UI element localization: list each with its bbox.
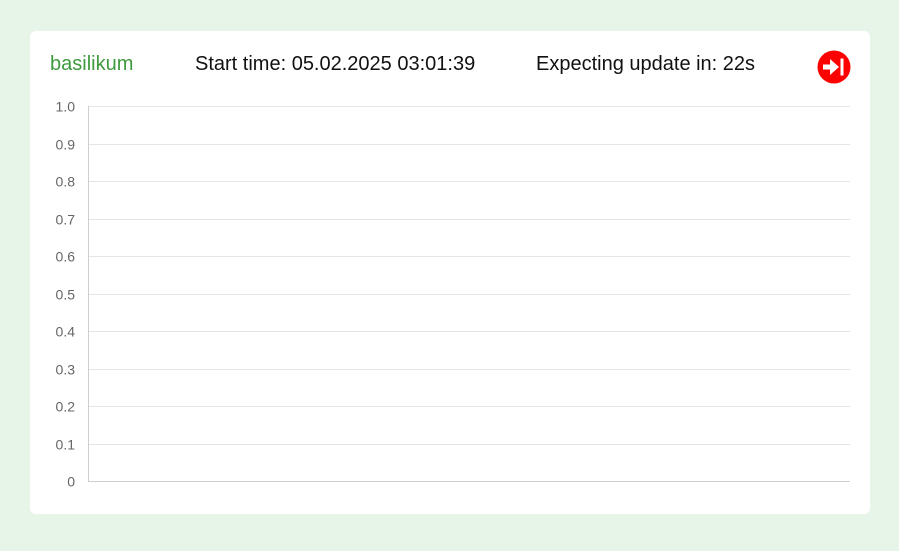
line-chart: 0 0.1 0.2 0.3 0.4 0.5 0.6 0.7 0.8 0.9 1.0: [56, 99, 850, 490]
y-tick-label: 0.9: [56, 137, 76, 153]
y-tick-label: 0.5: [56, 287, 76, 303]
y-tick-label: 0: [67, 474, 75, 490]
chart-card: basilikum Start time: 05.02.2025 03:01:3…: [30, 31, 870, 514]
y-tick-label: 0.1: [56, 437, 76, 453]
grid-lines: [88, 106, 850, 445]
y-tick-label: 0.7: [56, 212, 76, 228]
y-tick-label: 0.3: [56, 362, 76, 378]
y-tick-label: 0.6: [56, 249, 76, 265]
y-tick-label: 0.2: [56, 399, 76, 415]
y-tick-label: 0.4: [56, 324, 76, 340]
y-tick-label: 1.0: [56, 99, 76, 115]
y-axis-ticks: 0 0.1 0.2 0.3 0.4 0.5 0.6 0.7 0.8 0.9 1.0: [56, 99, 76, 490]
y-tick-label: 0.8: [56, 174, 76, 190]
